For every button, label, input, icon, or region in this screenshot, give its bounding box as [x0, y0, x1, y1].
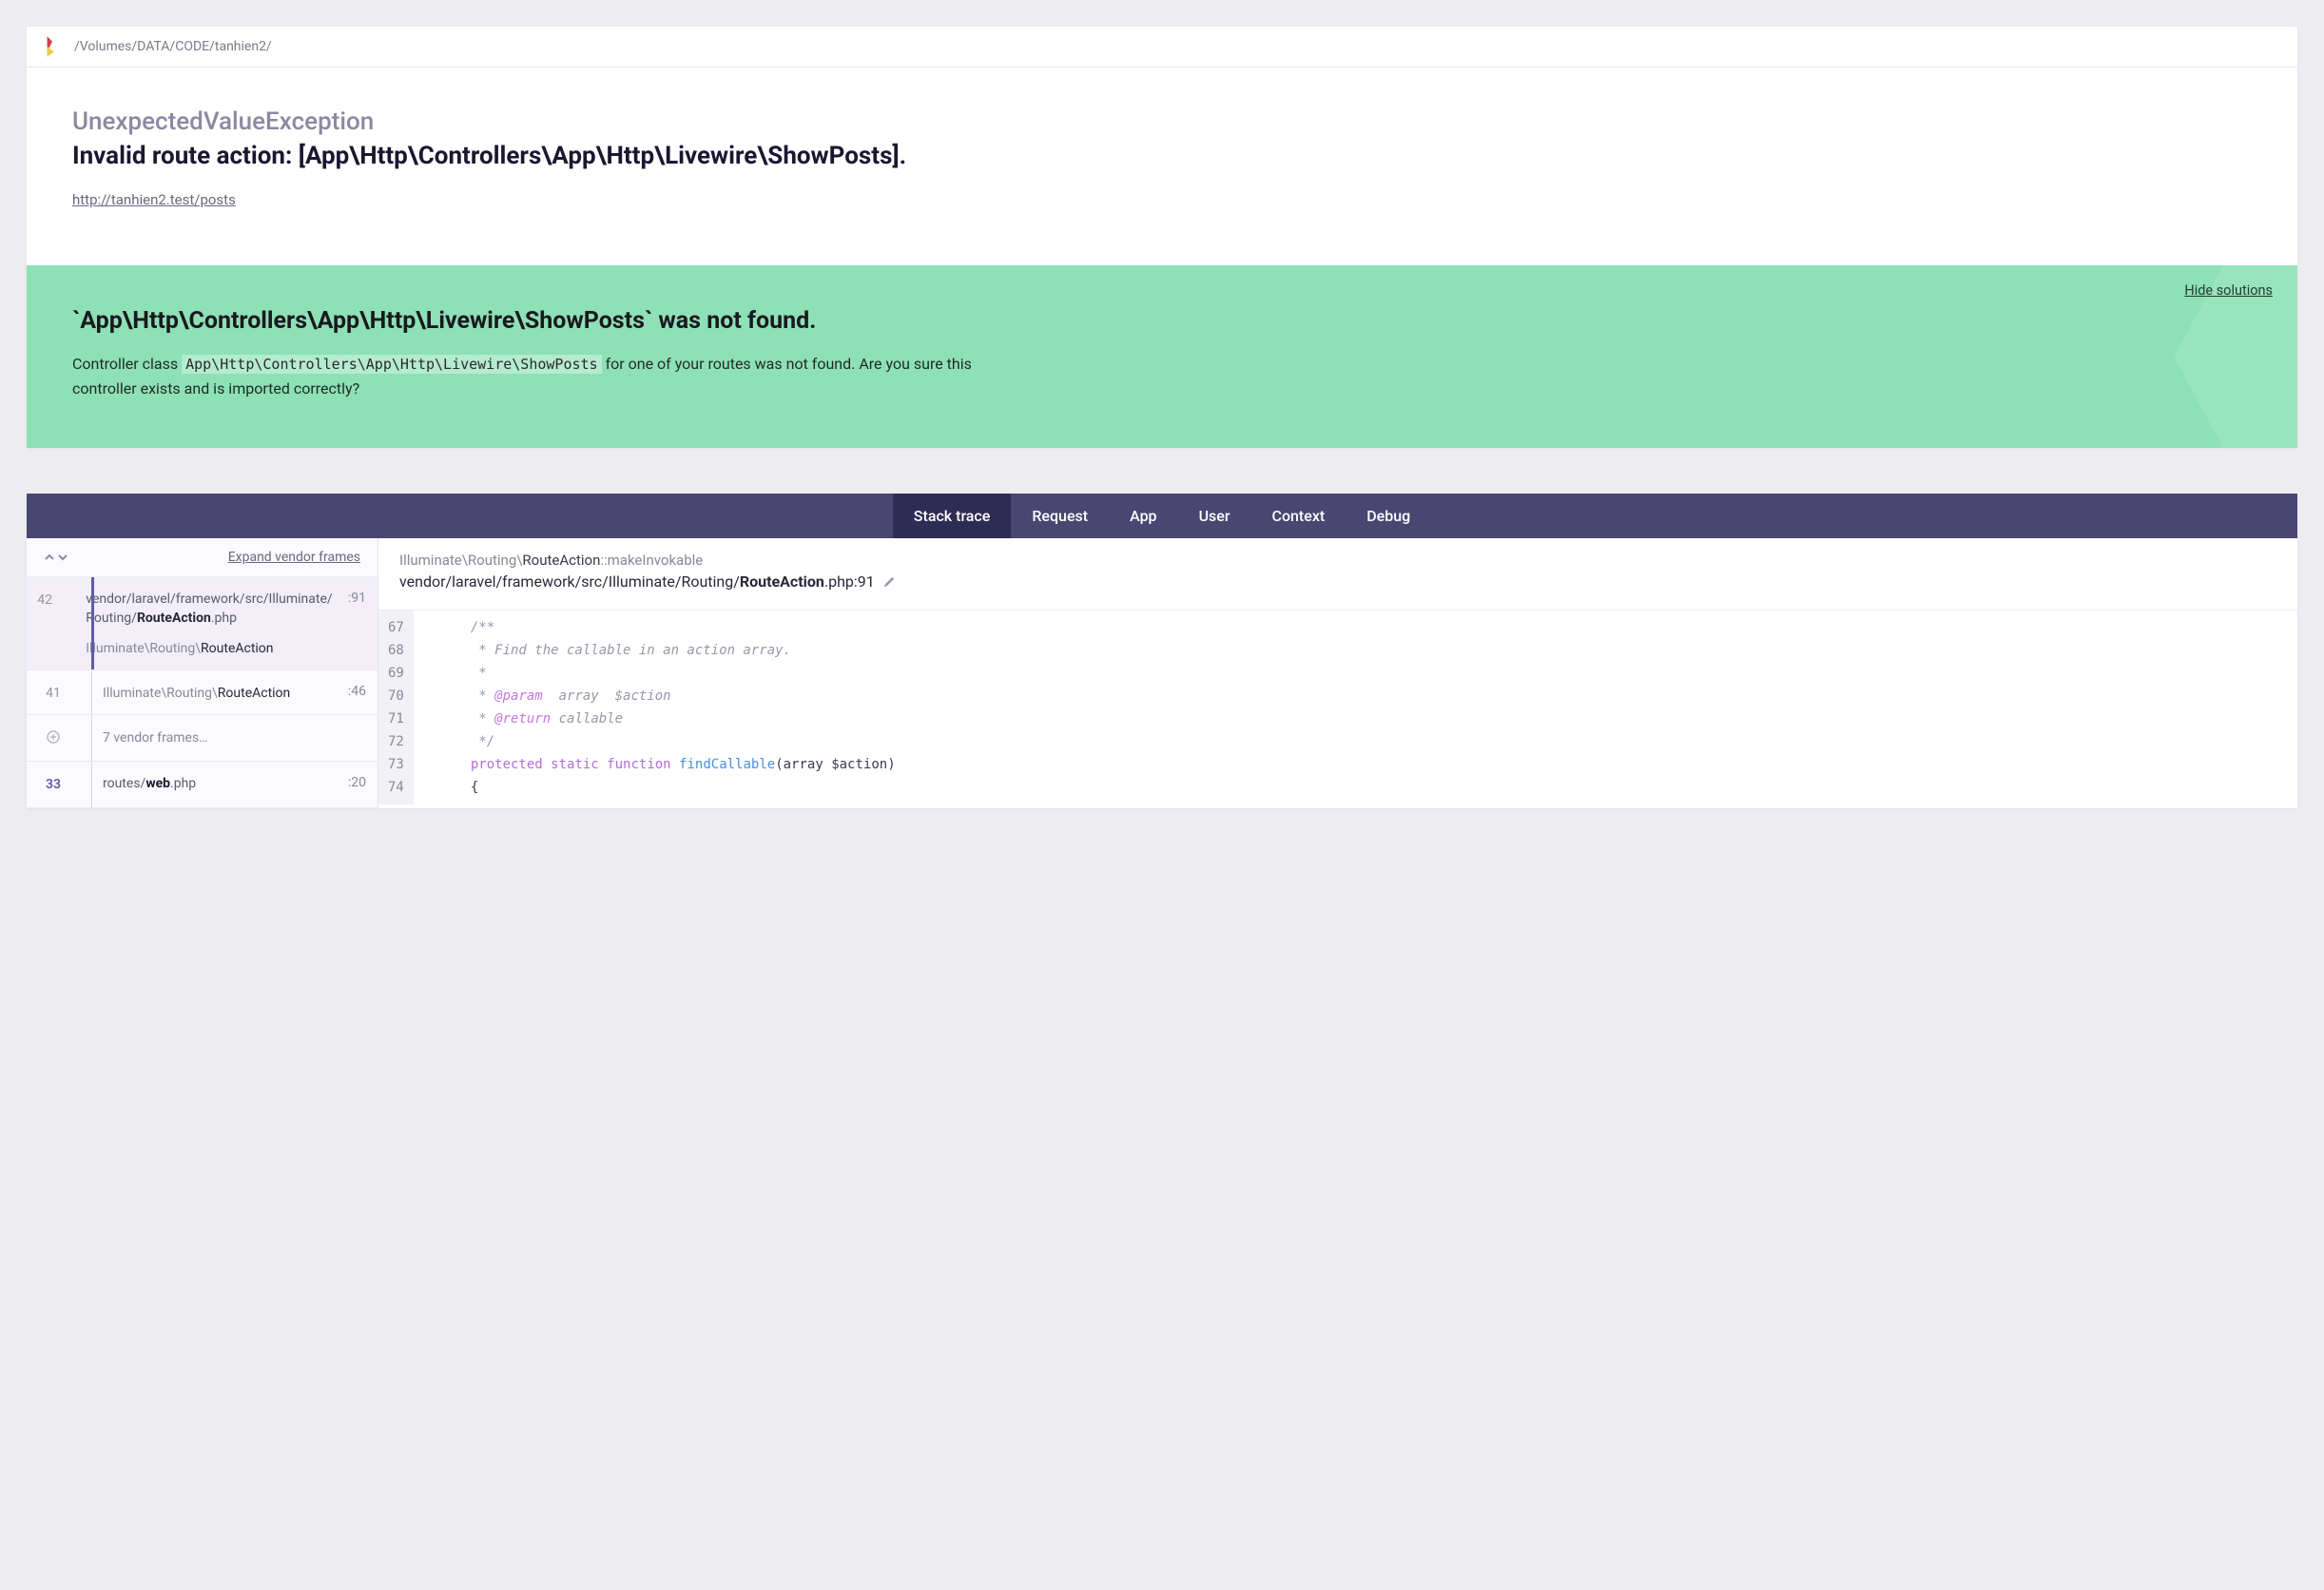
solution-title: `App\Http\Controllers\App\Http\Livewire\…	[72, 307, 2252, 335]
edit-icon[interactable]	[882, 574, 897, 589]
tab-stack-trace[interactable]: Stack trace	[893, 494, 1012, 538]
tab-user[interactable]: User	[1178, 494, 1251, 538]
tab-bar: Stack traceRequestAppUserContextDebug	[27, 494, 2297, 538]
ignition-logo-icon	[44, 36, 61, 57]
stack-frame[interactable]: 41Illuminate\Routing\RouteAction:46	[27, 670, 378, 715]
tab-app[interactable]: App	[1109, 494, 1177, 538]
tab-request[interactable]: Request	[1011, 494, 1109, 538]
error-card: /Volumes/DATA/CODE/tanhien2/ UnexpectedV…	[27, 27, 2297, 448]
code-block: 6768697071727374 /** * Find the callable…	[378, 610, 2297, 805]
code-header: Illuminate\Routing\RouteAction::makeInvo…	[378, 538, 2297, 600]
project-path: /Volumes/DATA/CODE/tanhien2/	[74, 39, 272, 54]
request-url-link[interactable]: http://tanhien2.test/posts	[72, 191, 236, 208]
stack-card: Stack traceRequestAppUserContextDebug Ex…	[27, 494, 2297, 808]
code-lines: /** * Find the callable in an action arr…	[414, 611, 896, 805]
frames-list: 42vendor/laravel/framework/src/Illuminat…	[27, 577, 378, 808]
exception-message: Invalid route action: [App\Http\Controll…	[72, 142, 2252, 170]
code-panel: Illuminate\Routing\RouteAction::makeInvo…	[378, 538, 2297, 808]
solution-text: Controller class App\Http\Controllers\Ap…	[72, 352, 1004, 400]
hide-solutions-link[interactable]: Hide solutions	[2184, 282, 2273, 299]
tab-debug[interactable]: Debug	[1346, 494, 1431, 538]
stack-frame[interactable]: 42vendor/laravel/framework/src/Illuminat…	[27, 577, 378, 670]
solution-text-before: Controller class	[72, 355, 182, 373]
frames-header: Expand vendor frames	[27, 538, 378, 577]
stack-body: Expand vendor frames 42vendor/laravel/fr…	[27, 538, 2297, 808]
expand-icon	[47, 730, 60, 744]
expand-vendor-link[interactable]: Expand vendor frames	[228, 550, 360, 565]
code-file-line: vendor/laravel/framework/src/Illuminate/…	[399, 572, 2276, 591]
card-header: /Volumes/DATA/CODE/tanhien2/	[27, 27, 2297, 68]
exception-class: UnexpectedValueException	[72, 107, 2252, 136]
frame-nav-arrows[interactable]	[44, 552, 68, 563]
tab-context[interactable]: Context	[1251, 494, 1346, 538]
solutions-panel: Hide solutions `App\Http\Controllers\App…	[27, 265, 2297, 448]
stack-frame[interactable]: 7 vendor frames…	[27, 715, 378, 762]
arrow-up-icon	[44, 552, 55, 563]
code-gutter: 6768697071727374	[378, 611, 414, 805]
frames-panel: Expand vendor frames 42vendor/laravel/fr…	[27, 538, 378, 808]
stack-frame[interactable]: 33routes/web.php:20	[27, 762, 378, 808]
arrow-down-icon	[57, 552, 68, 563]
card-body: UnexpectedValueException Invalid route a…	[27, 68, 2297, 265]
code-namespace: Illuminate\Routing\RouteAction::makeInvo…	[399, 552, 2276, 569]
solution-code: App\Http\Controllers\App\Http\Livewire\S…	[182, 355, 601, 374]
